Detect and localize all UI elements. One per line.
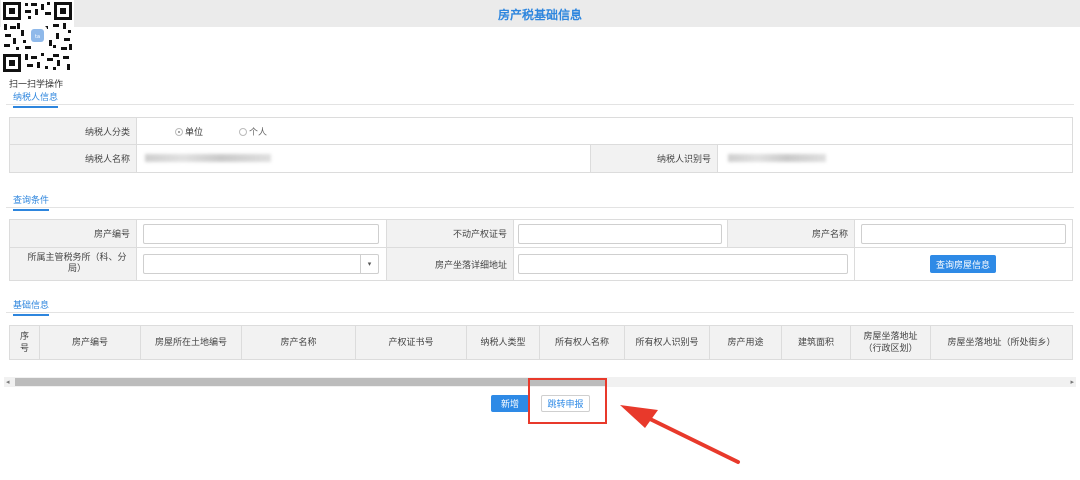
chevron-down-icon[interactable]: ▾: [360, 255, 378, 273]
radio-individual[interactable]: 个人: [239, 125, 267, 138]
address-input[interactable]: [518, 254, 848, 274]
column-header: 所有权人名称: [540, 326, 625, 359]
section-divider: [6, 207, 1074, 208]
column-header: 房产用途: [710, 326, 782, 359]
taxpayer-name-label: 纳税人名称: [10, 145, 137, 172]
section-query-conditions: 查询条件: [13, 193, 50, 211]
property-name-label: 房产名称: [728, 220, 855, 248]
radio-dot-icon: [239, 127, 247, 136]
add-button[interactable]: 新增: [491, 395, 529, 412]
title-bar: 房产税基础信息: [0, 0, 1080, 27]
search-button-cell: 查询房屋信息: [855, 248, 1072, 280]
property-no-cell: [137, 220, 387, 248]
real-estate-cert-label: 不动产权证号: [387, 220, 514, 248]
redacted-name: [145, 154, 271, 162]
section-divider: [6, 104, 1074, 105]
column-header: 房产名称: [242, 326, 356, 359]
property-no-label: 房产编号: [10, 220, 137, 248]
property-name-cell: [855, 220, 1072, 248]
column-header: 房屋坐落地址（所处街乡）: [947, 337, 1056, 348]
radio-unit[interactable]: 单位: [175, 125, 203, 138]
column-header: 产权证书号: [356, 326, 467, 359]
column-header: 房屋所在土地编号: [141, 326, 242, 359]
taxpayer-category-cell: 单位 个人: [137, 118, 1072, 145]
column-header: 房屋坐落地址（行政区划）: [851, 326, 931, 359]
column-header: 序号: [10, 326, 40, 359]
taxpayer-name-value: [137, 145, 591, 172]
basic-info-grid-header: 序号 房产编号 房屋所在土地编号 房产名称 产权证书号 纳税人类型 所有权人名称…: [9, 325, 1073, 360]
search-property-button[interactable]: 查询房屋信息: [930, 255, 996, 273]
qr-caption: 扫一扫学操作: [9, 80, 64, 90]
column-header: 建筑面积: [782, 326, 851, 359]
section-taxpayer-info: 纳税人信息: [13, 90, 59, 108]
scrollbar-thumb[interactable]: [15, 378, 607, 386]
property-name-input[interactable]: [861, 224, 1066, 244]
section-divider: [6, 312, 1074, 313]
taxpayer-info-table: 纳税人分类 单位 个人 纳税人名称 纳税人识别号: [9, 117, 1073, 173]
scroll-right-icon[interactable]: ▸: [1070, 377, 1074, 387]
highlight-box: [528, 378, 607, 424]
column-header: 所有权人识别号: [625, 326, 710, 359]
real-estate-cert-cell: [514, 220, 728, 248]
taxpayer-id-value: [718, 145, 1072, 172]
redacted-id: [728, 154, 826, 162]
address-label: 房产坐落详细地址: [387, 248, 514, 280]
column-header: 纳税人类型: [467, 326, 540, 359]
taxpayer-category-label: 纳税人分类: [10, 118, 137, 145]
page-title: 房产税基础信息: [497, 8, 582, 22]
radio-dot-icon: [175, 127, 183, 136]
tax-office-label: 所属主管税务所（科、分局）: [10, 248, 137, 280]
tax-office-select[interactable]: ▾: [143, 254, 379, 274]
property-no-input[interactable]: [143, 224, 379, 244]
section-basic-info: 基础信息: [13, 298, 50, 316]
real-estate-cert-input[interactable]: [518, 224, 722, 244]
scroll-left-icon[interactable]: ◂: [6, 377, 10, 387]
address-cell: [514, 248, 855, 280]
query-table: 房产编号 不动产权证号 房产名称 所属主管税务所（科、分局） ▾ 房产坐落详细地…: [9, 219, 1073, 281]
tax-office-cell: ▾: [137, 248, 387, 280]
svg-text:ta: ta: [35, 34, 40, 40]
qr-code: ta: [1, 0, 74, 74]
taxpayer-id-label: 纳税人识别号: [591, 145, 718, 172]
column-header: 房产编号: [40, 326, 141, 359]
